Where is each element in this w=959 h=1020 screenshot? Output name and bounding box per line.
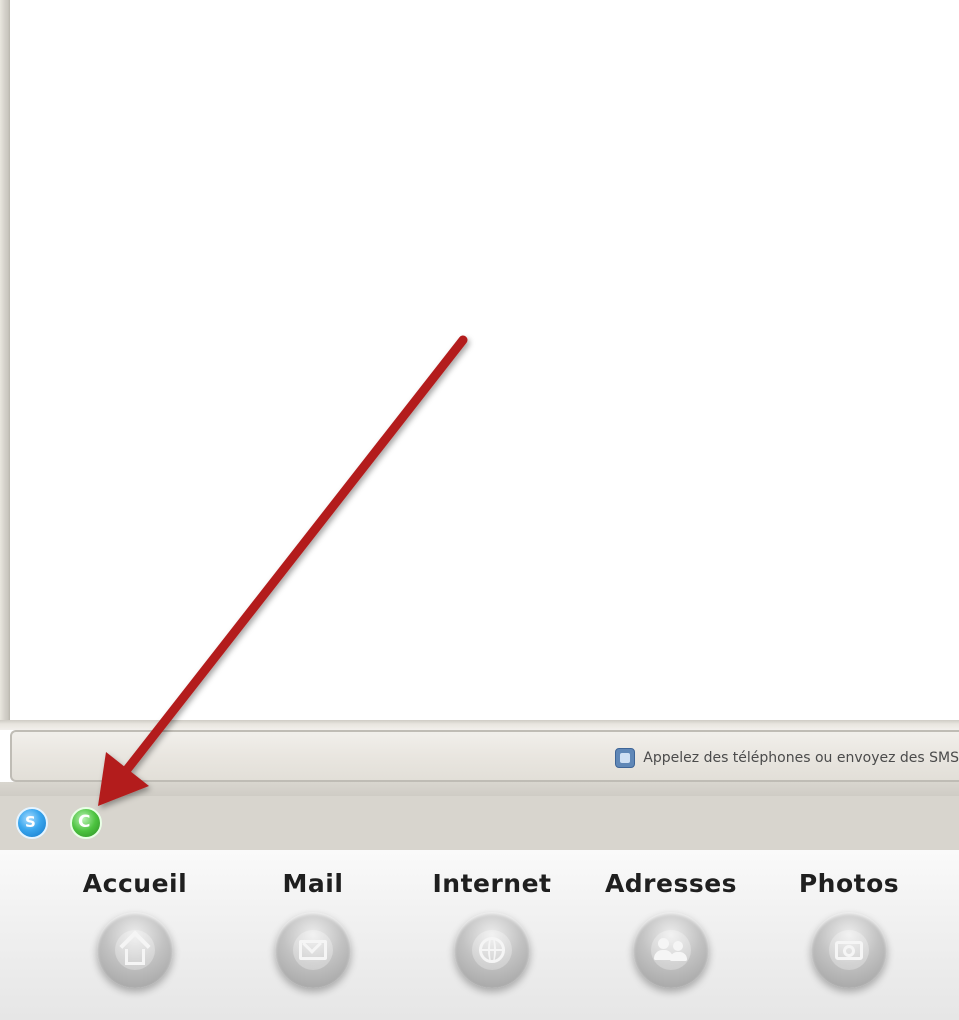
window-left-border — [0, 0, 10, 722]
dock-label-internet: Internet — [432, 869, 552, 898]
call-glyph: C — [78, 812, 91, 832]
status-message-text: Appelez des téléphones ou envoyez des SM… — [643, 750, 959, 766]
dock-item-adresses[interactable]: Adresses — [586, 866, 756, 988]
dock-label-photos: Photos — [798, 869, 900, 898]
dock-label-adresses: Adresses — [604, 869, 738, 898]
phone-icon — [615, 748, 636, 768]
content-area — [10, 0, 959, 720]
home-icon — [115, 930, 155, 970]
skype-icon[interactable]: S — [16, 807, 48, 839]
app-window: Appelez des téléphones ou envoyez des SM… — [0, 0, 959, 850]
dock-label-mail: Mail — [282, 869, 344, 898]
dock-item-accueil[interactable]: Accueil — [50, 866, 220, 988]
contacts-icon — [651, 930, 691, 970]
mail-button[interactable] — [275, 912, 351, 988]
home-button[interactable] — [97, 912, 173, 988]
dock-item-photos[interactable]: Photos — [764, 866, 934, 988]
content-divider — [0, 720, 959, 730]
dock-label-accueil: Accueil — [82, 869, 188, 898]
dock-item-mail[interactable]: Mail — [228, 866, 398, 988]
tray-bar — [0, 796, 959, 850]
photos-button[interactable] — [811, 912, 887, 988]
internet-button[interactable] — [454, 912, 530, 988]
dock-item-internet[interactable]: Internet — [407, 866, 577, 988]
call-phone-icon[interactable]: C — [70, 807, 102, 839]
mail-icon — [293, 930, 333, 970]
status-panel: Appelez des téléphones ou envoyez des SM… — [10, 730, 959, 782]
contacts-button[interactable] — [633, 912, 709, 988]
globe-icon — [472, 930, 512, 970]
dock: Accueil Mail Internet Adresses Photos — [0, 850, 959, 1020]
camera-icon — [829, 930, 869, 970]
status-bar-bottom — [0, 782, 959, 796]
status-message[interactable]: Appelez des téléphones ou envoyez des SM… — [615, 746, 959, 770]
skype-glyph: S — [25, 813, 36, 831]
